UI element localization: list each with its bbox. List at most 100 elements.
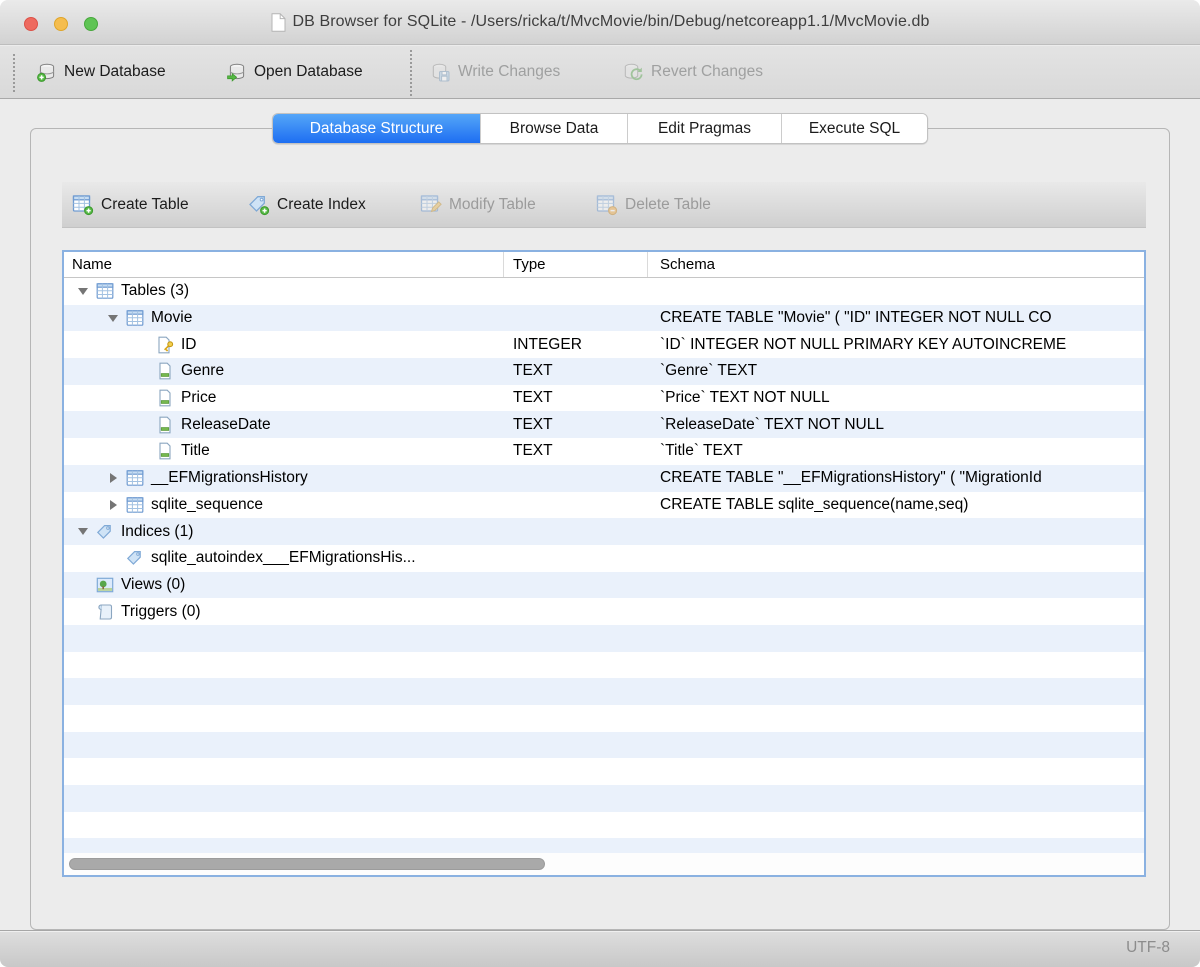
toolbar-separator <box>410 50 412 96</box>
tree-row-label: Genre <box>181 362 224 380</box>
empty-row <box>64 652 1144 679</box>
field-icon <box>156 442 174 460</box>
open-database-icon <box>226 62 247 83</box>
tree-row-name-cell: __EFMigrationsHistory <box>64 465 504 492</box>
disclosure-triangle-collapsed-icon[interactable] <box>110 473 117 483</box>
tree-row[interactable]: sqlite_autoindex___EFMigrationsHis... <box>64 545 1144 572</box>
minimize-button[interactable] <box>54 17 68 31</box>
tree-row-name-cell: sqlite_sequence <box>64 492 504 519</box>
table-icon <box>96 282 114 300</box>
structure-toolbar: Create Table Create Index <box>62 182 1146 228</box>
table-icon <box>126 496 144 514</box>
expander-slot <box>70 528 96 535</box>
column-header-type[interactable]: Type <box>504 252 648 277</box>
tree-row-label: ID <box>181 336 197 354</box>
window-title: DB Browser for SQLite - /Users/ricka/t/M… <box>293 13 930 31</box>
tree-row-label: Triggers (0) <box>121 603 201 621</box>
tree-row[interactable]: sqlite_sequence CREATE TABLE sqlite_seque… <box>64 492 1144 519</box>
field-icon <box>156 389 174 407</box>
create-table-button[interactable]: Create Table <box>72 182 189 227</box>
tab-browse-data[interactable]: Browse Data <box>480 114 627 143</box>
statusbar: UTF-8 <box>0 930 1200 967</box>
tree-row-label: Price <box>181 389 216 407</box>
tree-row-name-cell: Tables (3) <box>64 278 504 305</box>
tab-database-structure[interactable]: Database Structure <box>273 114 480 143</box>
delete-table-label: Delete Table <box>625 196 711 214</box>
revert-changes-button[interactable]: Revert Changes <box>622 46 763 98</box>
tree-row-label: ReleaseDate <box>181 416 271 434</box>
tab-execute-sql[interactable]: Execute SQL <box>781 114 927 143</box>
tree-row-name-cell: Movie <box>64 305 504 332</box>
tree-row[interactable]: PriceTEXT`Price` TEXT NOT NULL <box>64 385 1144 412</box>
empty-row <box>64 732 1144 759</box>
column-header-schema[interactable]: Schema <box>648 252 1144 277</box>
horizontal-scrollbar <box>64 853 1144 875</box>
tree-row-schema: `ID` INTEGER NOT NULL PRIMARY KEY AUTOIN… <box>648 336 1144 354</box>
traffic-lights <box>24 17 98 31</box>
tree-row[interactable]: Indices (1) <box>64 518 1144 545</box>
document-icon <box>271 13 286 32</box>
write-changes-icon <box>430 62 451 83</box>
create-index-label: Create Index <box>277 196 366 214</box>
toolbar-drag-handle[interactable] <box>13 54 15 92</box>
trigger-icon <box>96 603 114 621</box>
empty-row <box>64 625 1144 652</box>
main-toolbar: New Database Open Database <box>0 46 1200 99</box>
create-index-icon <box>248 194 270 216</box>
close-button[interactable] <box>24 17 38 31</box>
tree-row-label: Movie <box>151 309 192 327</box>
disclosure-triangle-collapsed-icon[interactable] <box>110 500 117 510</box>
tree-row[interactable]: Views (0) <box>64 572 1144 599</box>
open-database-label: Open Database <box>254 63 363 81</box>
expander-slot <box>70 288 96 295</box>
open-database-button[interactable]: Open Database <box>226 46 363 98</box>
tree-row[interactable]: IDINTEGER`ID` INTEGER NOT NULL PRIMARY K… <box>64 331 1144 358</box>
tree-rows: Tables (3)MovieCREATE TABLE "Movie" ( "I… <box>64 278 1144 865</box>
tree-row[interactable]: TitleTEXT`Title` TEXT <box>64 438 1144 465</box>
tree-row-schema: `Price` TEXT NOT NULL <box>648 389 1144 407</box>
tree-row-schema: `Title` TEXT <box>648 442 1144 460</box>
disclosure-triangle-expanded-icon[interactable] <box>78 288 88 295</box>
tree-row[interactable]: MovieCREATE TABLE "Movie" ( "ID" INTEGER… <box>64 305 1144 332</box>
write-changes-label: Write Changes <box>458 63 560 81</box>
tree-row-schema: `ReleaseDate` TEXT NOT NULL <box>648 416 1144 434</box>
write-changes-button[interactable]: Write Changes <box>430 46 560 98</box>
expander-slot <box>100 500 126 510</box>
tree-row[interactable]: Triggers (0) <box>64 598 1144 625</box>
tree-row-schema: `Genre` TEXT <box>648 362 1144 380</box>
tree-row-label: sqlite_sequence <box>151 496 263 514</box>
new-database-button[interactable]: New Database <box>36 46 166 98</box>
app-window: DB Browser for SQLite - /Users/ricka/t/M… <box>0 0 1200 967</box>
disclosure-triangle-expanded-icon[interactable] <box>78 528 88 535</box>
expander-slot <box>100 315 126 322</box>
delete-table-button[interactable]: Delete Table <box>596 182 711 227</box>
disclosure-triangle-expanded-icon[interactable] <box>108 315 118 322</box>
tree-row[interactable]: Genre TEXT`Genre` TEXT <box>64 358 1144 385</box>
create-index-button[interactable]: Create Index <box>248 182 366 227</box>
empty-row <box>64 705 1144 732</box>
create-table-label: Create Table <box>101 196 189 214</box>
tree-row-name-cell: Triggers (0) <box>64 598 504 625</box>
column-header-name[interactable]: Name <box>64 252 504 277</box>
tree-row[interactable]: __EFMigrationsHistoryCREATE TABLE "__EFM… <box>64 465 1144 492</box>
tree-row-type: TEXT <box>504 362 648 380</box>
tree-row-name-cell: Title <box>64 438 504 465</box>
tree-row-label: Title <box>181 442 210 460</box>
tree-row-name-cell: ReleaseDate <box>64 411 504 438</box>
tree-row-name-cell: Views (0) <box>64 572 504 599</box>
tree-row[interactable]: Tables (3) <box>64 278 1144 305</box>
tree-row-schema: CREATE TABLE sqlite_sequence(name,seq) <box>648 496 1144 514</box>
modify-table-button[interactable]: Modify Table <box>420 182 536 227</box>
tag-icon <box>96 523 114 541</box>
tree-row-name-cell: Price <box>64 385 504 412</box>
horizontal-scrollbar-thumb[interactable] <box>69 858 545 870</box>
tree-header: Name Type Schema <box>64 252 1144 278</box>
tree-row-label: Indices (1) <box>121 523 193 541</box>
tree-row[interactable]: ReleaseDate TEXT`ReleaseDate` TEXT NOT NU… <box>64 411 1144 438</box>
zoom-button[interactable] <box>84 17 98 31</box>
tree-row-name-cell: Genre <box>64 358 504 385</box>
tree-row-type: TEXT <box>504 416 648 434</box>
tab-edit-pragmas[interactable]: Edit Pragmas <box>627 114 781 143</box>
revert-changes-label: Revert Changes <box>651 63 763 81</box>
empty-row <box>64 678 1144 705</box>
